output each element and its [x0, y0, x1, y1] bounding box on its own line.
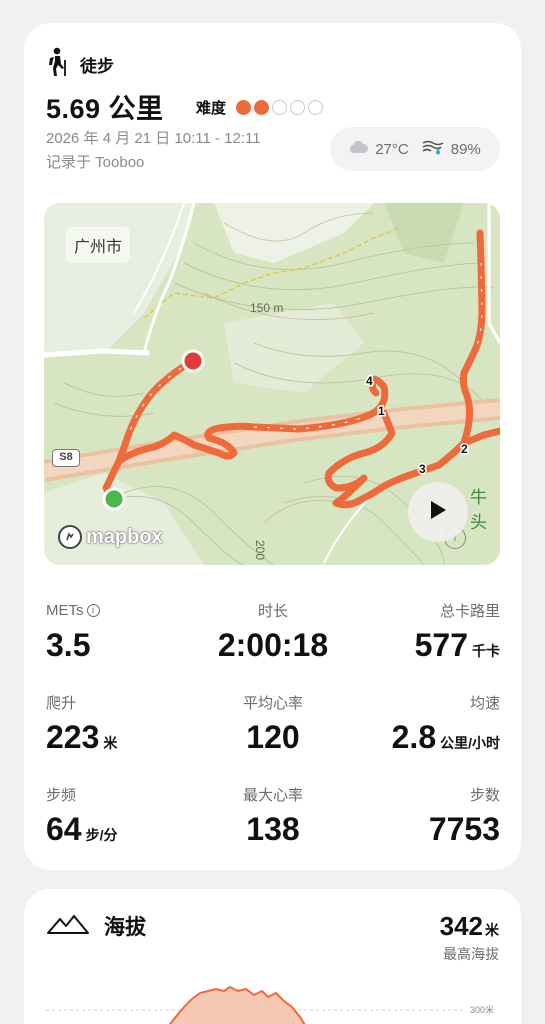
workout-summary-card: 徒步 5.69 公里 难度 2026 年 4 月 21 日 10:11 - 12… [24, 23, 521, 870]
stat-unit-avg-speed: 公里/小时 [440, 735, 500, 751]
difficulty-rating: 难度 [196, 97, 326, 118]
temperature-value: 27°C [375, 140, 409, 158]
stat-value-calories: 577 [414, 627, 468, 663]
stat-value-mets: 3.5 [46, 627, 91, 663]
difficulty-dot [272, 100, 288, 115]
stats-grid: METs i 3.5 时长 2:00:18 总卡路里 577 千卡 爬升 223 米 … [46, 599, 500, 875]
time-range: 2026 年 4 月 21 日 10:11 - 12:11 [46, 130, 261, 147]
stat-label-calories: 总卡路里 [439, 602, 500, 620]
road-badge-s8: S8 [52, 449, 80, 467]
difficulty-dot [254, 100, 270, 115]
play-route-button[interactable] [408, 482, 468, 542]
weather-pill: 27°C 89% [330, 127, 500, 171]
mapbox-logo[interactable]: mapbox [58, 525, 163, 549]
stat-avg-speed: 均速 2.8 公里/小时 [392, 691, 500, 756]
stat-unit-calories: 千卡 [472, 643, 500, 659]
stat-value-avg-heart-rate: 120 [246, 719, 300, 755]
stats-row-1: METs i 3.5 时长 2:00:18 总卡路里 577 千卡 [46, 599, 500, 691]
distance-value: 5.69 公里 [46, 94, 164, 124]
stat-label-mets: METs [46, 601, 84, 619]
elevation-title: 海拔 [104, 916, 146, 939]
stat-value-duration: 2:00:18 [217, 627, 329, 663]
mapbox-attribution: mapbox [86, 525, 163, 548]
stat-value-cadence: 64 [46, 811, 82, 847]
place-label: 牛头 [470, 488, 487, 532]
route-marker-3: 3 [419, 462, 426, 476]
elevation-header: 海拔 [46, 911, 146, 941]
humidity-icon [421, 139, 451, 159]
humidity-value: 89% [450, 140, 481, 158]
stat-cadence: 步频 64 步/分 [46, 783, 117, 848]
activity-type-row: 徒步 [46, 47, 114, 82]
info-icon[interactable]: i [86, 603, 100, 617]
contour-label-200: 200 [253, 539, 268, 561]
mountain-icon [46, 913, 90, 940]
stat-label-avg-heart-rate: 平均心率 [242, 694, 303, 712]
route-marker-2: 2 [461, 442, 468, 456]
stat-max-heart-rate: 最大心率 138 [173, 783, 373, 848]
record-source: 记录于 Tooboo [46, 154, 145, 171]
stat-value-ascent: 223 [46, 719, 100, 755]
contour-label-150: 150 m [250, 301, 284, 315]
stat-calories: 总卡路里 577 千卡 [415, 599, 500, 664]
difficulty-label: 难度 [196, 100, 227, 117]
elevation-tick-300: 300米 [470, 1005, 495, 1015]
activity-type-label: 徒步 [80, 57, 114, 76]
difficulty-dots [236, 100, 326, 115]
elevation-card[interactable]: 海拔 342 米 最高海拔 300米 [24, 889, 521, 1024]
stat-label-duration: 时长 [257, 602, 288, 620]
stat-label-steps: 步数 [469, 786, 500, 804]
stat-label-cadence: 步频 [46, 786, 77, 804]
stat-duration: 时长 2:00:18 [173, 599, 373, 664]
stats-row-3: 步频 64 步/分 最大心率 138 步数 7753 [46, 783, 500, 875]
stat-steps: 步数 7753 [429, 783, 500, 848]
mapbox-logo-icon [58, 525, 82, 549]
stat-label-ascent: 爬升 [46, 694, 77, 712]
stat-ascent: 爬升 223 米 [46, 691, 117, 756]
difficulty-dot [236, 100, 252, 115]
hiking-icon [46, 47, 68, 82]
stat-label-max-heart-rate: 最大心率 [242, 786, 303, 804]
stat-value-avg-speed: 2.8 [391, 719, 437, 755]
route-map[interactable]: 1 2 3 4 广州市 150 m 200 S8 牛头 mapbox i [44, 203, 500, 565]
city-label: 广州市 [66, 227, 131, 263]
max-elevation-value: 342 [439, 911, 483, 941]
stat-avg-heart-rate: 平均心率 120 [173, 691, 373, 756]
difficulty-dot [308, 100, 324, 115]
elevation-chart [46, 985, 464, 1024]
max-elevation: 342 米 最高海拔 [440, 911, 499, 964]
stats-row-2: 爬升 223 米 平均心率 120 均速 2.8 公里/小时 [46, 691, 500, 783]
stat-unit-ascent: 米 [103, 735, 118, 751]
max-elevation-label: 最高海拔 [443, 946, 499, 962]
max-elevation-unit: 米 [485, 922, 499, 938]
route-marker-4: 4 [366, 374, 373, 388]
cloud-icon [349, 140, 375, 158]
stat-value-steps: 7753 [428, 811, 500, 847]
stat-value-max-heart-rate: 138 [246, 811, 300, 847]
difficulty-dot [290, 100, 306, 115]
stat-mets: METs i 3.5 [46, 599, 100, 664]
route-marker-1: 1 [378, 404, 385, 418]
play-icon [428, 499, 448, 526]
stat-unit-cadence: 步/分 [85, 827, 118, 843]
stat-label-avg-speed: 均速 [469, 694, 500, 712]
